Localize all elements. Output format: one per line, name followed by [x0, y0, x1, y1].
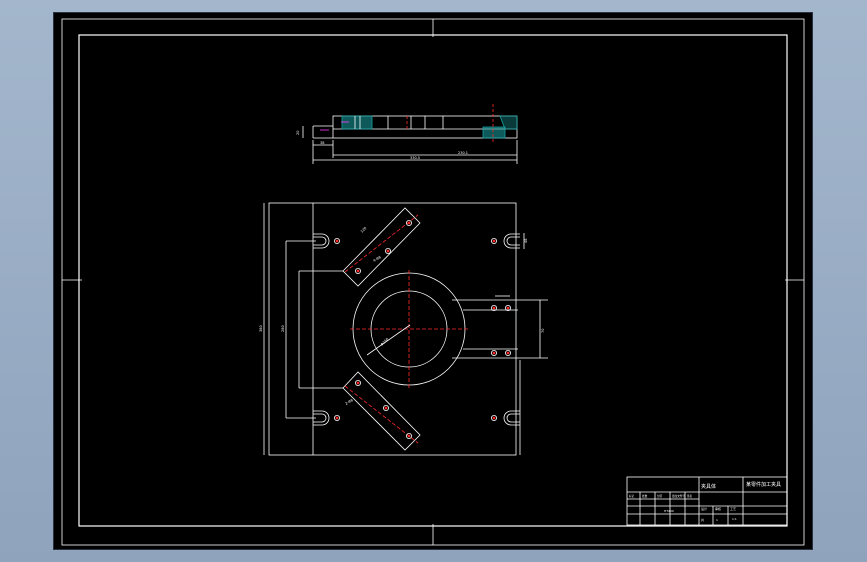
side-dim-height-text: 20	[296, 131, 300, 135]
plan-view-hole-center-5	[356, 269, 360, 273]
side-dim-step-text: 38	[320, 141, 324, 145]
plan-view-hole-center-1	[335, 239, 339, 243]
plan-view-hole-center-3	[335, 416, 339, 420]
side-view-hatch-right	[482, 126, 506, 139]
title-block-label-process: 工艺	[730, 506, 736, 511]
plan-dim-tab-width-text: 70	[541, 329, 545, 333]
title-block-scale: 1:1	[732, 517, 737, 521]
plan-dim-bore-text: Φ160	[380, 337, 390, 347]
plan-view-u-slot-bottom-right-outer	[503, 410, 520, 426]
cad-drawing: 330.5 230.1 20 38 380 280 48 70 120 Φ160 4-Φ8 2-Φ8 夹…	[61, 18, 805, 546]
title-block-material: HT200	[664, 509, 674, 513]
plan-dim-arm-length-text: 120	[360, 226, 368, 234]
title-block-label-design: 设计	[701, 506, 707, 511]
plan-view-hole-center-7	[407, 221, 411, 225]
plan-view-arm-upper	[342, 207, 421, 287]
plan-view-hole-center-12	[492, 351, 496, 355]
title-block-part-name: 夹具体	[701, 483, 716, 490]
plan-view-hole-center-2	[492, 239, 496, 243]
plan-view-hole-center-14	[506, 351, 510, 355]
title-block-drawing-title: 某零件加工夹具	[746, 481, 781, 488]
side-view-hatch-left	[341, 115, 373, 130]
sheet-inner-border	[78, 34, 788, 527]
plan-view-u-slot-top-right	[506, 236, 520, 246]
plan-view-hole-center-6	[386, 249, 390, 253]
title-block-label-mark: 标记	[629, 494, 635, 498]
title-block-label-zone: 分区	[657, 494, 663, 498]
cad-viewport[interactable]: 330.5 230.1 20 38 380 280 48 70 120 Φ160 4-Φ8 2-Φ8 夹…	[54, 13, 812, 549]
plan-view-arm-centerline-upper	[344, 214, 419, 273]
plan-view-hole-center-13	[506, 306, 510, 310]
plan-view-hole-center-8	[356, 381, 360, 385]
plan-view-u-slot-bottom-right	[506, 413, 520, 423]
title-block-label-total: 共	[701, 517, 704, 522]
title-block-label-sign: 签名	[687, 494, 693, 498]
plan-dim-hole-note-1: 4-Φ8	[373, 255, 382, 263]
title-block-label-review: 审核	[715, 506, 721, 511]
plan-view-hole-center-9	[384, 406, 388, 410]
title-block-label-doc: 更改文件号	[672, 494, 685, 498]
plan-view-hole-center-4	[492, 416, 496, 420]
side-dim-center-text: 230.1	[458, 151, 468, 155]
title-block-label-count: 处数	[642, 494, 648, 498]
plan-dim-inner-height-text: 280	[281, 325, 285, 332]
plan-view-u-slot-top-right-outer	[503, 233, 520, 249]
plan-view-hole-center-10	[407, 434, 411, 438]
plan-dim-overall-height-text: 380	[259, 325, 263, 332]
side-dim-total-text: 330.5	[410, 156, 420, 160]
sheet-outer-border	[61, 18, 805, 546]
plan-dim-hole-note-2: 2-Φ8	[345, 398, 354, 406]
title-block-sheet: 1	[716, 518, 718, 522]
plan-dim-slot-width-text: 48	[524, 239, 528, 243]
plan-view-hole-center-11	[492, 306, 496, 310]
